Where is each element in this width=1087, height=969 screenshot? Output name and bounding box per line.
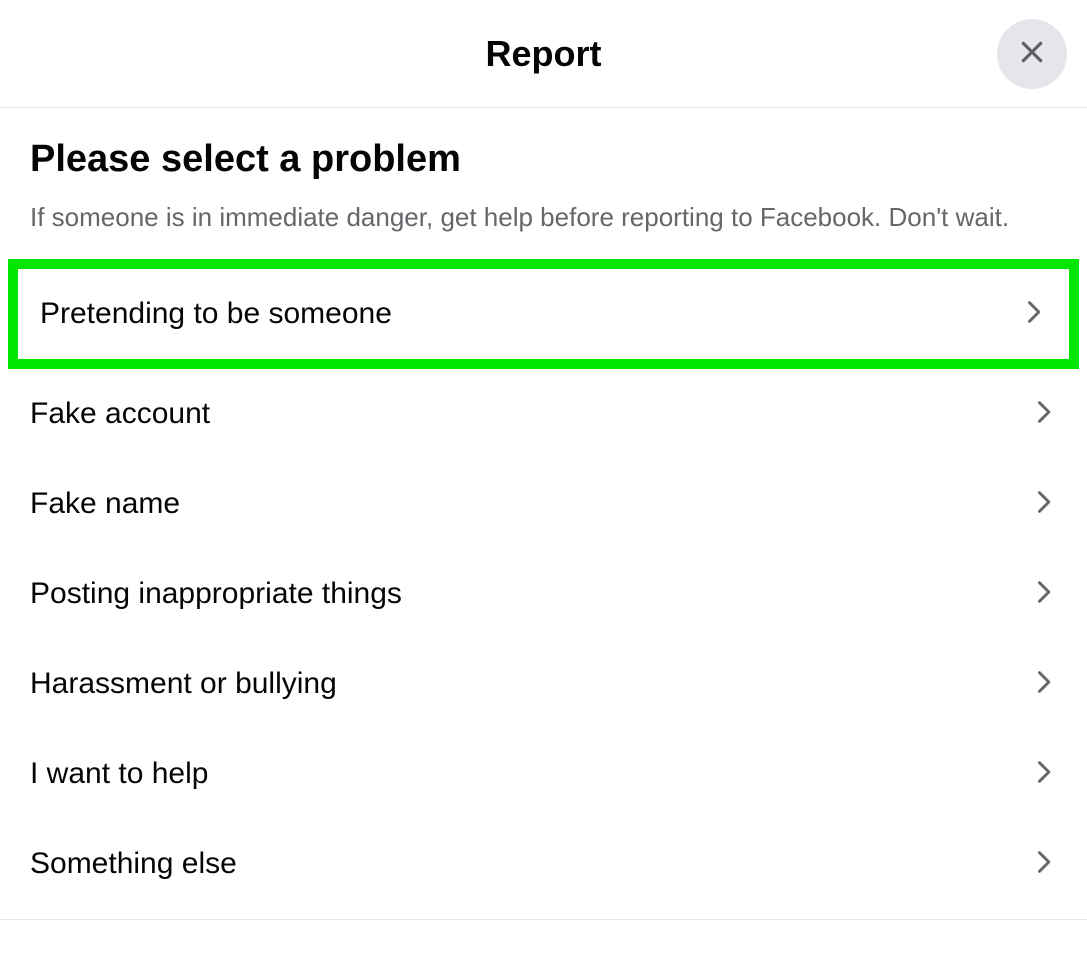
option-harassment-or-bullying[interactable]: Harassment or bullying: [0, 639, 1087, 729]
chevron-right-icon: [1029, 578, 1057, 611]
dialog-header: Report: [0, 0, 1087, 108]
close-icon: [1017, 37, 1047, 70]
dialog-content: Please select a problem If someone is in…: [0, 108, 1087, 235]
chevron-right-icon: [1029, 668, 1057, 701]
bottom-divider: [0, 919, 1087, 920]
option-label: Something else: [30, 847, 237, 881]
chevron-right-icon: [1029, 848, 1057, 881]
option-label: Harassment or bullying: [30, 667, 337, 701]
chevron-right-icon: [1019, 298, 1047, 331]
chevron-right-icon: [1029, 398, 1057, 431]
option-fake-name[interactable]: Fake name: [0, 459, 1087, 549]
option-i-want-to-help[interactable]: I want to help: [0, 729, 1087, 819]
option-something-else[interactable]: Something else: [0, 819, 1087, 909]
close-button[interactable]: [997, 19, 1067, 89]
options-list: Pretending to be someone Fake account Fa…: [0, 259, 1087, 909]
chevron-right-icon: [1029, 488, 1057, 521]
option-label: Posting inappropriate things: [30, 577, 402, 611]
chevron-right-icon: [1029, 758, 1057, 791]
option-posting-inappropriate-things[interactable]: Posting inappropriate things: [0, 549, 1087, 639]
option-label: I want to help: [30, 757, 208, 791]
option-label: Fake account: [30, 397, 210, 431]
content-subtitle: Please select a problem: [30, 138, 1057, 181]
option-pretending-to-be-someone[interactable]: Pretending to be someone: [8, 259, 1079, 369]
option-label: Pretending to be someone: [40, 297, 392, 331]
report-dialog: Report Please select a problem If someon…: [0, 0, 1087, 920]
content-description: If someone is in immediate danger, get h…: [30, 199, 1057, 235]
option-label: Fake name: [30, 487, 180, 521]
option-fake-account[interactable]: Fake account: [0, 369, 1087, 459]
dialog-title: Report: [486, 33, 602, 75]
